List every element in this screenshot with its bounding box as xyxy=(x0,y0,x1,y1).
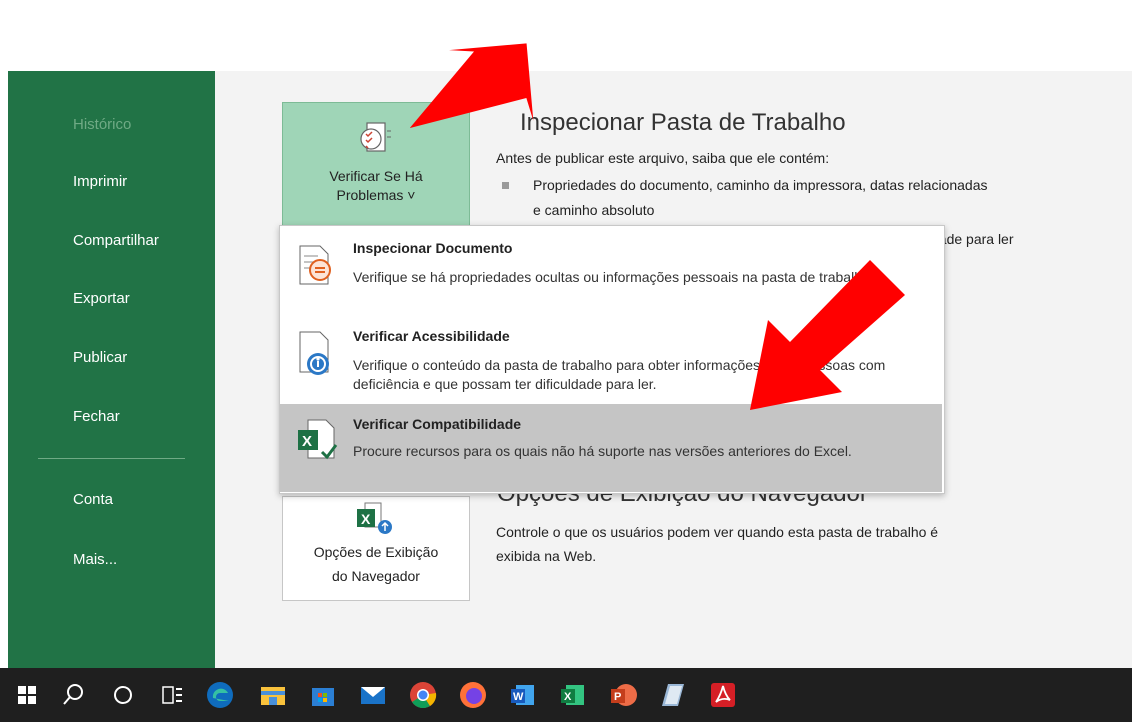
inspect-bullet-1b: e caminho absoluto xyxy=(533,202,655,218)
menu-item-title: Verificar Acessibilidade xyxy=(353,328,510,344)
search-icon[interactable] xyxy=(58,680,88,710)
powerpoint-icon[interactable]: P xyxy=(608,680,638,710)
sidebar-item-fechar[interactable]: Fechar xyxy=(73,408,120,425)
sidebar-item-imprimir[interactable]: Imprimir xyxy=(73,173,127,190)
browser-desc-1: Controle o que os usuários podem ver qua… xyxy=(496,524,939,540)
menu-item-title: Inspecionar Documento xyxy=(353,240,513,256)
backstage-sidebar: Histórico Imprimir Compartilhar Exportar… xyxy=(8,71,215,668)
excel-icon[interactable]: X xyxy=(558,680,588,710)
browser-button-label-2: do Navegador xyxy=(332,568,420,584)
annotation-arrow-up xyxy=(410,43,534,129)
svg-text:X: X xyxy=(564,691,572,703)
annotation-arrow-down xyxy=(750,260,905,410)
firefox-icon[interactable] xyxy=(458,680,488,710)
edge-icon[interactable] xyxy=(205,680,235,710)
sidebar-item-publicar[interactable]: Publicar xyxy=(73,349,127,366)
windows-taskbar: W X P xyxy=(0,668,1132,722)
browser-view-options-button[interactable]: X Opções de Exibição do Navegador xyxy=(282,496,470,601)
task-view-icon[interactable] xyxy=(157,680,187,710)
sidebar-item-conta[interactable]: Conta xyxy=(73,491,113,508)
cortana-icon[interactable] xyxy=(108,680,138,710)
accessibility-icon xyxy=(299,331,329,375)
bullet-marker xyxy=(502,182,509,189)
svg-text:X: X xyxy=(302,433,312,450)
check-button-label-1: Verificar Se Há xyxy=(329,168,423,184)
svg-text:W: W xyxy=(513,691,524,703)
file-explorer-icon[interactable] xyxy=(258,680,288,710)
inspect-bullet-1a: Propriedades do documento, caminho da im… xyxy=(533,177,988,193)
inspect-intro: Antes de publicar este arquivo, saiba qu… xyxy=(496,150,830,166)
browser-desc-2: exibida na Web. xyxy=(496,548,597,564)
store-icon[interactable] xyxy=(308,680,338,710)
svg-text:P: P xyxy=(614,691,621,703)
menu-item-desc: Procure recursos para os quais não há su… xyxy=(353,443,852,459)
acrobat-icon[interactable] xyxy=(708,680,738,710)
chrome-icon[interactable] xyxy=(408,680,438,710)
browser-button-label-1: Opções de Exibição xyxy=(313,544,439,560)
checklist-icon xyxy=(360,122,391,152)
svg-text:X: X xyxy=(361,511,371,527)
sidebar-item-historico: Histórico xyxy=(73,116,132,133)
excel-web-icon: X xyxy=(357,502,392,534)
sidebar-item-mais[interactable]: Mais... xyxy=(73,551,117,568)
mail-icon[interactable] xyxy=(358,680,388,710)
word-icon[interactable]: W xyxy=(508,680,538,710)
notes-icon[interactable] xyxy=(658,680,688,710)
sidebar-divider xyxy=(38,458,185,459)
sidebar-item-compartilhar[interactable]: Compartilhar xyxy=(73,232,159,249)
compatibility-icon: X xyxy=(298,419,338,460)
check-button-label-2: Problemas ˅ xyxy=(336,187,416,203)
inspect-document-icon xyxy=(299,245,331,285)
menu-item-title: Verificar Compatibilidade xyxy=(353,416,522,432)
sidebar-item-exportar[interactable]: Exportar xyxy=(73,290,130,307)
windows-start-icon[interactable] xyxy=(12,680,42,710)
